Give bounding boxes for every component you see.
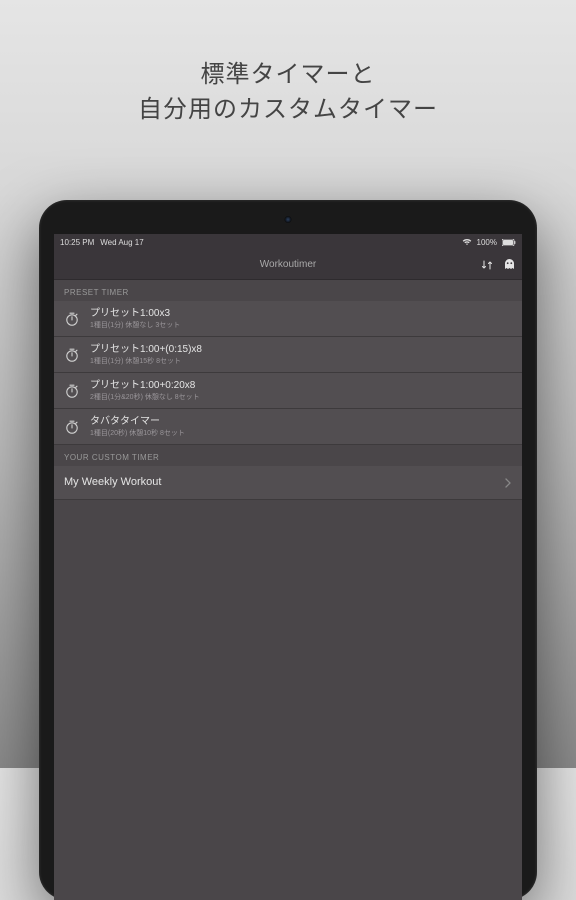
- preset-item-subtitle: 2種目(1分&20秒) 休憩なし 8セット: [90, 393, 512, 402]
- chevron-right-icon: [504, 477, 512, 489]
- battery-percent: 100%: [477, 238, 497, 247]
- navigation-bar: Workoutimer: [54, 250, 522, 280]
- preset-item-subtitle: 1種目(1分) 休憩15秒 8セット: [90, 357, 512, 366]
- timer-icon: [64, 311, 80, 327]
- camera-dot: [285, 216, 292, 223]
- promo-text: 標準タイマーと 自分用のカスタムタイマー: [0, 0, 576, 128]
- promo-line-2: 自分用のカスタムタイマー: [0, 93, 576, 128]
- preset-item-title: プリセット1:00x3: [90, 307, 512, 320]
- status-time: 10:25 PM: [60, 238, 94, 247]
- ghost-icon-button[interactable]: [503, 258, 516, 271]
- wifi-icon: [462, 238, 472, 246]
- promo-line-1: 標準タイマーと: [0, 58, 576, 93]
- status-date: Wed Aug 17: [100, 238, 143, 247]
- app-screen: 10:25 PM Wed Aug 17 100% Workoutimer: [54, 234, 522, 900]
- custom-section-header: YOUR CUSTOM TIMER: [54, 445, 522, 466]
- preset-timer-row[interactable]: プリセット1:00+(0:15)x8 1種目(1分) 休憩15秒 8セット: [54, 337, 522, 373]
- timer-icon: [64, 383, 80, 399]
- sort-button[interactable]: [481, 259, 493, 271]
- preset-item-subtitle: 1種目(20秒) 休憩10秒 8セット: [90, 429, 512, 438]
- custom-item-title: My Weekly Workout: [64, 475, 504, 489]
- preset-item-subtitle: 1種目(1分) 休憩なし 3セット: [90, 321, 512, 330]
- battery-icon: [502, 239, 516, 246]
- preset-item-title: タバタタイマー: [90, 415, 512, 428]
- timer-icon: [64, 419, 80, 435]
- preset-timer-row[interactable]: プリセット1:00+0:20x8 2種目(1分&20秒) 休憩なし 8セット: [54, 373, 522, 409]
- timer-icon: [64, 347, 80, 363]
- page-title: Workoutimer: [260, 259, 317, 270]
- preset-timer-row[interactable]: プリセット1:00x3 1種目(1分) 休憩なし 3セット: [54, 301, 522, 337]
- device-frame: 10:25 PM Wed Aug 17 100% Workoutimer: [39, 200, 537, 900]
- preset-item-title: プリセット1:00+0:20x8: [90, 379, 512, 392]
- status-bar: 10:25 PM Wed Aug 17 100%: [54, 234, 522, 250]
- preset-timer-row[interactable]: タバタタイマー 1種目(20秒) 休憩10秒 8セット: [54, 409, 522, 445]
- preset-item-title: プリセット1:00+(0:15)x8: [90, 343, 512, 356]
- custom-timer-row[interactable]: My Weekly Workout: [54, 466, 522, 499]
- preset-section-header: PRESET TIMER: [54, 280, 522, 301]
